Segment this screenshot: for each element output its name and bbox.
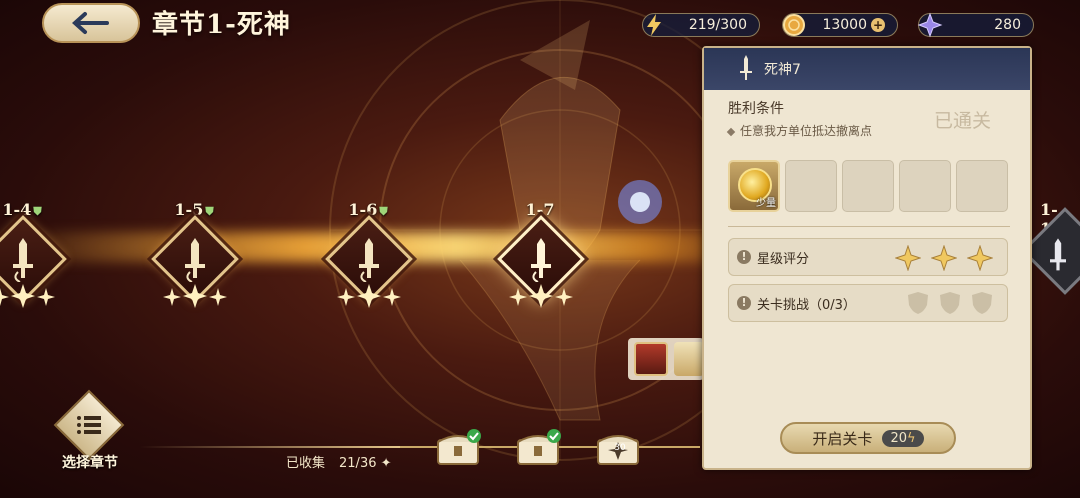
- shield-icon: [940, 292, 960, 314]
- back-button[interactable]: [42, 3, 140, 43]
- collected-value: 21/36: [339, 456, 377, 471]
- sparkle-icon: ✦: [380, 456, 392, 471]
- star-icon: [895, 245, 921, 271]
- bullet-icon: [726, 127, 736, 136]
- crystal-counter: 280: [915, 10, 1034, 40]
- stamina-cost: 20ϟ: [882, 429, 924, 447]
- stage-label: 1-4: [2, 200, 32, 219]
- stage-node-1-4[interactable]: 1-4 ⛊: [0, 200, 70, 330]
- stage-name: 死神7: [764, 62, 801, 78]
- shield-icon: ⛊: [33, 205, 42, 218]
- stage-node-1-5[interactable]: 1-5 ⛊: [146, 200, 242, 330]
- stamina-counter: 219/300: [642, 13, 760, 37]
- stage-node-1-6[interactable]: 1-6 ⛊: [320, 200, 416, 330]
- info-icon: !: [737, 250, 751, 264]
- info-icon: !: [737, 296, 751, 310]
- star-icon: [931, 245, 957, 271]
- reward-slot-empty: [785, 160, 837, 212]
- stage-node-1-7[interactable]: 1-7: [492, 200, 588, 330]
- shield-icon: [972, 292, 992, 314]
- stage-label: 1-5: [174, 200, 204, 219]
- stage-detail-panel: 死神7 胜利条件 任意我方单位抵达撤离点 已通关 少量 ! 星级评分 ! 关卡挑…: [702, 46, 1032, 470]
- coin-icon: [779, 10, 809, 40]
- dagger-icon: [740, 55, 752, 80]
- star-rating-row[interactable]: ! 星级评分: [728, 238, 1008, 276]
- sword-icon: [1050, 238, 1066, 271]
- treasure-chest-claimed[interactable]: [436, 428, 482, 468]
- chapter-select-label: 选择章节: [62, 455, 118, 471]
- back-arrow-icon: [72, 12, 109, 34]
- reward-slot-empty: [956, 160, 1008, 212]
- chapter-select-button[interactable]: 选择章节: [53, 389, 125, 480]
- stage-label: 1-6: [348, 200, 378, 219]
- collection-counter: 已收集 21/36 ✦: [286, 452, 392, 471]
- start-stage-label: 开启关卡: [812, 429, 873, 448]
- stamina-value: 219/300: [688, 17, 747, 33]
- stamina-cost-value: 20: [890, 430, 907, 446]
- cleared-stamp: 已通关: [934, 110, 992, 132]
- sword-icon: [359, 238, 379, 282]
- sword-icon: [185, 238, 205, 282]
- star-rating-icon: [337, 284, 401, 308]
- star-rating-icon: [509, 284, 573, 308]
- lightning-icon: [639, 10, 669, 40]
- stage-challenge-row[interactable]: ! 关卡挑战（0/3）: [728, 284, 1008, 322]
- shield-icon: ⛊: [379, 205, 388, 218]
- treasure-chest-claimed[interactable]: [516, 428, 562, 468]
- card-item-icon[interactable]: [634, 342, 668, 376]
- add-gold-icon[interactable]: +: [871, 18, 885, 32]
- reward-row: 少量: [728, 160, 1010, 212]
- drop-preview-strip: [628, 338, 704, 380]
- collection-progress-line: [140, 446, 400, 448]
- star-icon: [967, 245, 993, 271]
- reward-quantity-tag: 少量: [756, 198, 776, 209]
- star-rating-label: 星级评分: [757, 251, 810, 267]
- collected-label: 已收集: [286, 456, 326, 471]
- sword-icon: [531, 238, 551, 282]
- chest-star-count: 30: [614, 443, 626, 453]
- gold-counter[interactable]: 13000 +: [782, 13, 898, 37]
- lightning-icon: ϟ: [906, 430, 916, 446]
- reward-slot-empty: [842, 160, 894, 212]
- stage-challenge-label: 关卡挑战（0/3）: [757, 297, 856, 313]
- reward-slot-gold[interactable]: 少量: [728, 160, 780, 212]
- list-icon: [77, 416, 101, 434]
- start-stage-button[interactable]: 开启关卡 20ϟ: [780, 422, 956, 454]
- star-rating-icon: [163, 284, 227, 308]
- star-rating-icon: [0, 284, 55, 308]
- crystal-icon: [915, 10, 945, 40]
- gold-value: 13000: [822, 17, 867, 33]
- sword-icon: [13, 238, 33, 282]
- shield-icon: [908, 292, 928, 314]
- panel-header: 死神7: [704, 48, 1030, 90]
- pyramid-item-icon[interactable]: [674, 342, 704, 376]
- victory-condition-title: 胜利条件: [728, 101, 784, 117]
- victory-condition-text: 任意我方单位抵达撤离点: [740, 124, 873, 138]
- shield-icon: ⛊: [205, 205, 214, 218]
- reward-slot-empty: [899, 160, 951, 212]
- crystal-value: 280: [994, 17, 1021, 33]
- page-title: 章节1-死神: [152, 10, 291, 40]
- divider: [728, 226, 1010, 227]
